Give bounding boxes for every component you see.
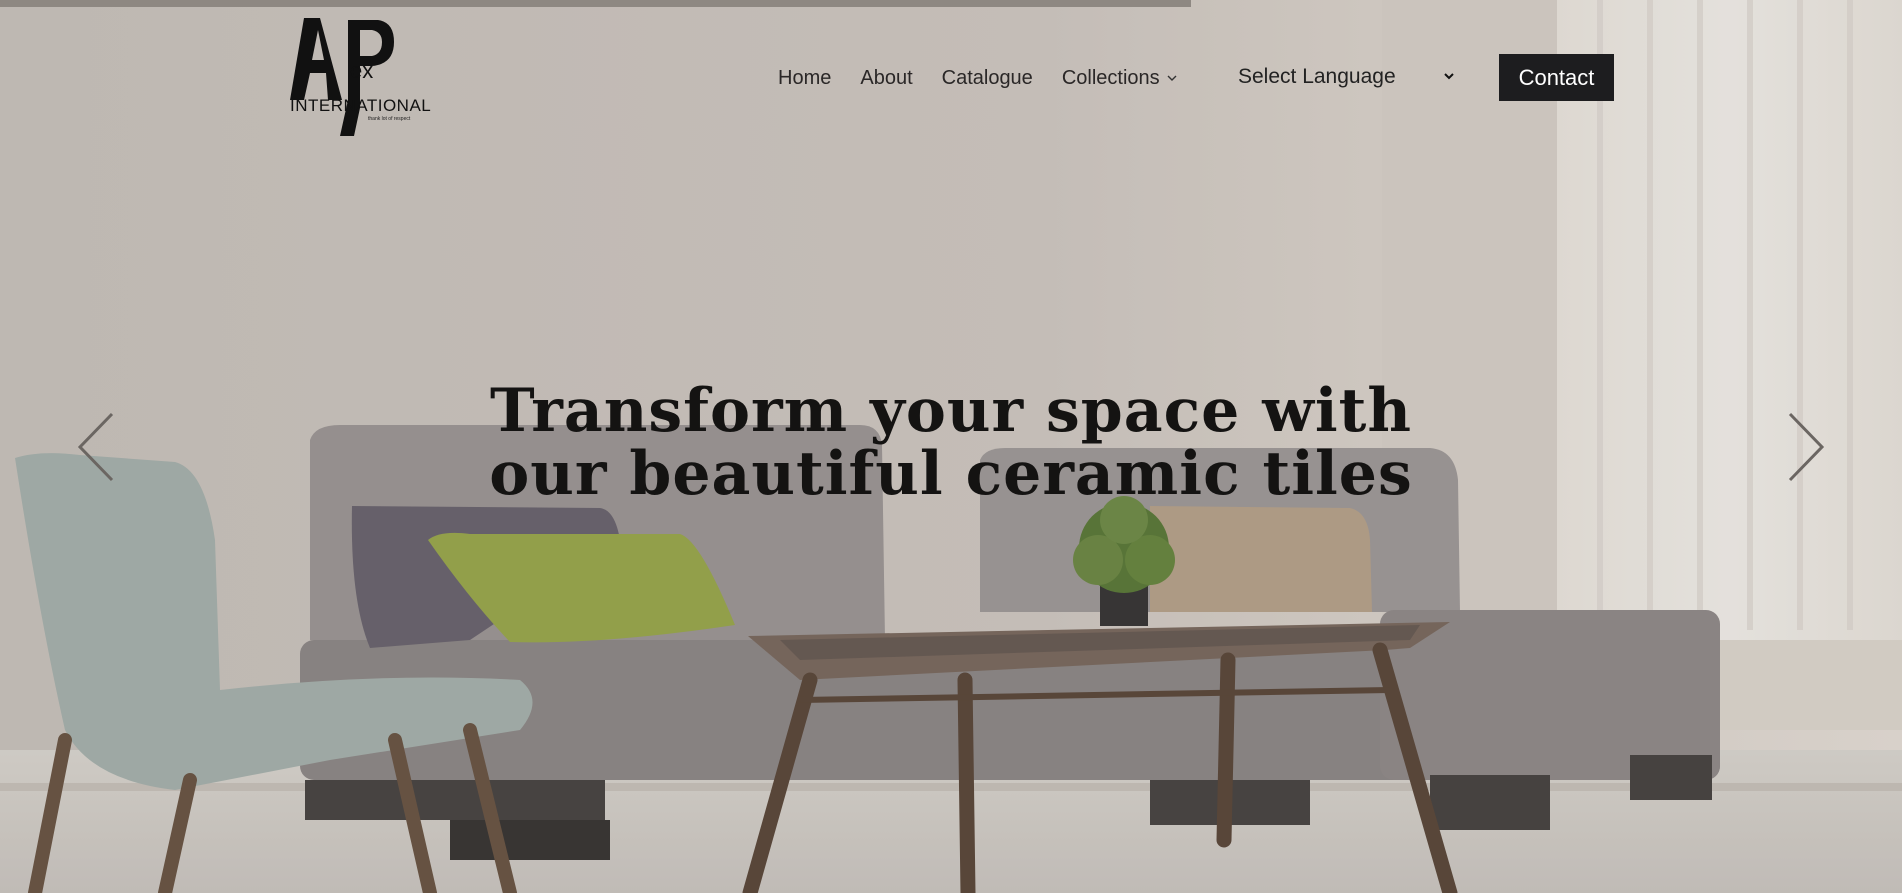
main-navigation: Home About Catalogue Collections (778, 62, 1207, 94)
hero-headline-line2: our beautiful ceramic tiles (489, 439, 1413, 509)
nav-home[interactable]: Home (778, 67, 831, 90)
logo-tagline: thank lot of respect (368, 116, 411, 122)
chevron-down-icon (1167, 75, 1177, 81)
slide-progress-bar (0, 0, 1902, 7)
chevron-down-icon (1444, 73, 1454, 80)
hero-headline-line1: Transform your space with (490, 376, 1412, 446)
nav-collections[interactable]: Collections (1062, 67, 1178, 90)
nav-about[interactable]: About (860, 67, 912, 90)
logo-name: INTERNATIONAL (290, 96, 432, 115)
language-select-value: Select Language (1238, 65, 1396, 88)
chevron-right-icon[interactable] (1784, 410, 1828, 484)
contact-button[interactable]: Contact (1499, 54, 1614, 101)
logo-mark-suffix: ex (350, 58, 374, 83)
slide-progress-fill (0, 0, 1191, 7)
chevron-left-icon[interactable] (74, 410, 118, 484)
nav-catalogue[interactable]: Catalogue (942, 67, 1033, 90)
nav-collections-label: Collections (1061, 66, 1160, 89)
site-logo[interactable]: ex INTERNATIONAL thank lot of respect (290, 18, 432, 136)
hero-headline: Transform your space with our beautiful … (451, 380, 1451, 506)
language-select[interactable]: Select Language (1238, 60, 1456, 94)
